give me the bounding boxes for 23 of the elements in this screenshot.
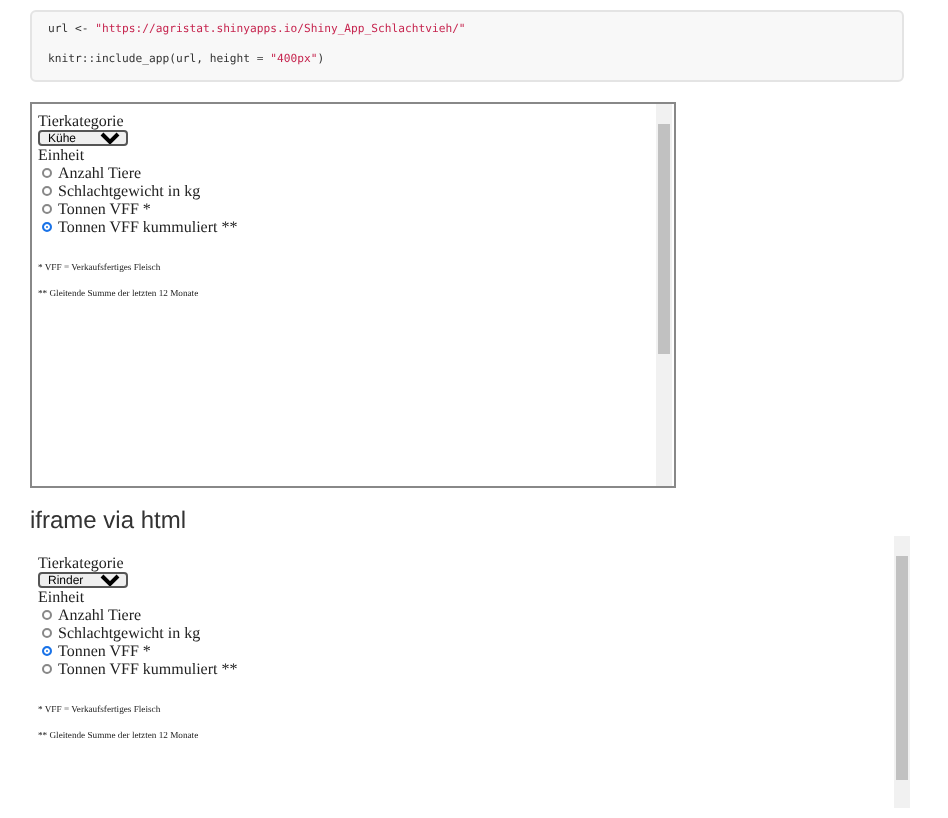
radio-button[interactable] [42, 204, 52, 214]
radio-label[interactable]: Tonnen VFF kummuliert ** [58, 218, 238, 236]
radio-button[interactable] [42, 628, 52, 638]
radio-label[interactable]: Anzahl Tiere [58, 606, 142, 624]
field-label: Tierkategorie [38, 554, 124, 572]
radio-label[interactable]: Anzahl Tiere [58, 164, 142, 182]
field-label: Einheit [38, 146, 85, 164]
radio-button[interactable] [42, 610, 52, 620]
field-label: Einheit [38, 588, 85, 606]
radio-button[interactable] [42, 186, 52, 196]
scrollbar[interactable] [656, 104, 672, 486]
radio-label[interactable]: Tonnen VFF kummuliert ** [58, 660, 238, 678]
radio-label[interactable]: Tonnen VFF * [58, 200, 151, 218]
radio-label[interactable]: Schlachtgewicht in kg [58, 182, 201, 200]
section-heading: iframe via html [30, 506, 189, 534]
radio-button[interactable] [42, 646, 52, 656]
radio-button[interactable] [42, 222, 52, 232]
scrollbar[interactable] [894, 536, 910, 808]
field-label: Tierkategorie [38, 112, 124, 130]
radio-label[interactable]: Tonnen VFF * [58, 642, 151, 660]
radio-label[interactable]: Schlachtgewicht in kg [58, 624, 201, 642]
radio-button[interactable] [42, 664, 52, 674]
radio-button[interactable] [42, 168, 52, 178]
